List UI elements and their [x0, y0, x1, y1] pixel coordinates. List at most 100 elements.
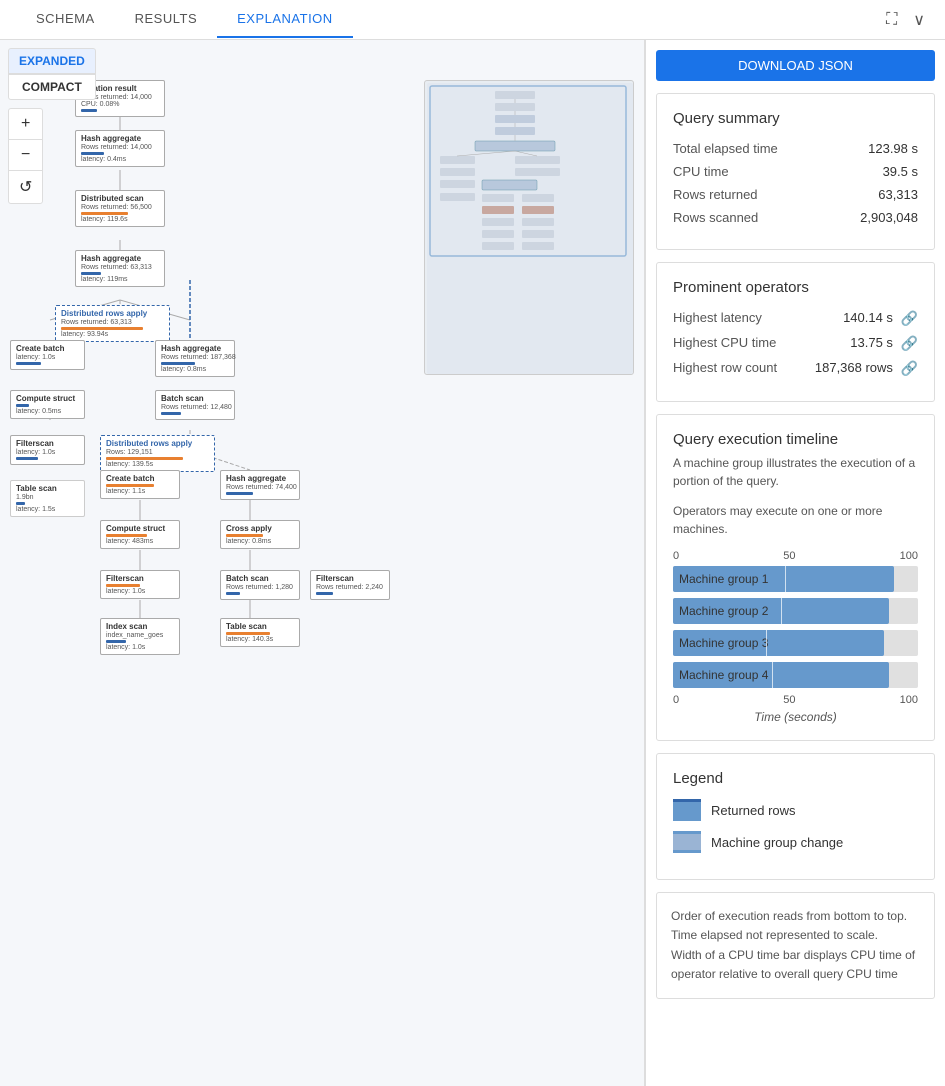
tab-results[interactable]: RESULTS [115, 1, 218, 38]
axis-label-0: 0 [673, 550, 679, 562]
stat-row-elapsed: Total elapsed time 123.98 s [673, 141, 918, 156]
stat-label-elapsed: Total elapsed time [673, 141, 778, 156]
node-batch-scan-2: Batch scan Rows returned: 1,280 [220, 570, 300, 600]
bar-row-4: Machine group 4 [673, 662, 918, 688]
node-hash-aggregate-4: Hash aggregate Rows returned: 74,400 [220, 470, 300, 500]
stat-value-highest-row-count: 187,368 rows 🔗 [815, 360, 918, 377]
axis-top-labels: 0 50 100 [673, 550, 918, 562]
stat-row-cpu: CPU time 39.5 s [673, 164, 918, 179]
legend-machine-label: Machine group change [711, 835, 843, 850]
legend-card: Legend Returned rows Machine group chang… [656, 753, 935, 880]
bottom-axis-100: 100 [900, 694, 918, 706]
zoom-out-button[interactable]: − [9, 140, 42, 171]
zoom-in-button[interactable]: + [9, 109, 42, 140]
zoom-controls: + − ↺ [8, 108, 43, 204]
bar-container-2: Machine group 2 [673, 598, 918, 624]
bottom-axis-50: 50 [783, 694, 795, 706]
stat-row-rows-scanned: Rows scanned 2,903,048 [673, 210, 918, 225]
compact-button[interactable]: COMPACT [8, 74, 96, 100]
axis-label-50: 50 [783, 550, 795, 562]
stat-row-highest-latency: Highest latency 140.14 s 🔗 [673, 310, 918, 327]
tab-explanation[interactable]: EXPLANATION [217, 1, 353, 38]
bottom-axis-labels: 0 50 100 [673, 694, 918, 706]
top-nav-bar: SCHEMA RESULTS EXPLANATION ⛶ ∨ [0, 0, 945, 40]
bar-label-2: Machine group 2 [679, 604, 768, 618]
fullscreen-icon[interactable]: ⛶ [882, 7, 901, 33]
node-hash-aggregate-3: Hash aggregate Rows returned: 187,368 la… [155, 340, 235, 377]
stat-value-cpu: 39.5 s [883, 164, 918, 179]
view-buttons: EXPANDED COMPACT [8, 48, 96, 100]
legend-returned-label: Returned rows [711, 803, 796, 818]
stat-label-highest-cpu: Highest CPU time [673, 335, 776, 352]
node-filterscan-1: Filterscan latency: 1.0s [10, 435, 85, 465]
bar-container-3: Machine group 3 [673, 630, 918, 656]
node-filterscan-2: Filterscan latency: 1.0s [100, 570, 180, 599]
prominent-operators-title: Prominent operators [673, 279, 918, 296]
zoom-reset-button[interactable]: ↺ [9, 171, 42, 203]
stat-label-rows-scanned: Rows scanned [673, 210, 758, 225]
bar-row-1: Machine group 1 [673, 566, 918, 592]
expand-icon[interactable]: ∨ [909, 6, 929, 34]
notes-card: Order of execution reads from bottom to … [656, 892, 935, 999]
stat-row-highest-cpu: Highest CPU time 13.75 s 🔗 [673, 335, 918, 352]
node-filterscan-3: Filterscan Rows returned: 2,240 [310, 570, 390, 600]
link-icon-row-count[interactable]: 🔗 [901, 360, 918, 376]
legend-item-machine: Machine group change [673, 831, 918, 853]
node-distributed-rows-apply-2: Distributed rows apply Rows: 129,151 lat… [100, 435, 215, 472]
bar-container-4: Machine group 4 [673, 662, 918, 688]
stat-value-elapsed: 123.98 s [868, 141, 918, 156]
bar-row-2: Machine group 2 [673, 598, 918, 624]
bar-fill-4: Machine group 4 [673, 662, 889, 688]
bar-label-4: Machine group 4 [679, 668, 768, 682]
stat-label-cpu: CPU time [673, 164, 729, 179]
minimap-svg [425, 81, 633, 374]
bar-tick-1 [785, 566, 786, 592]
node-create-batch-1: Create batch latency: 1.0s [10, 340, 85, 370]
chart-area: 0 50 100 Machine group 1 [673, 550, 918, 724]
legend-machine-icon [673, 831, 701, 853]
node-batch-scan-1: Batch scan Rows returned: 12,480 [155, 390, 235, 420]
right-panel: DOWNLOAD JSON Query summary Total elapse… [645, 40, 945, 1086]
bar-label-1: Machine group 1 [679, 572, 768, 586]
download-json-button[interactable]: DOWNLOAD JSON [656, 50, 935, 81]
tabs-right-actions: ⛶ ∨ [882, 6, 929, 34]
main-layout: EXPANDED COMPACT + − ↺ [0, 40, 945, 1086]
node-table-scan-2: Table scan latency: 140.3s [220, 618, 300, 647]
stat-label-highest-latency: Highest latency [673, 310, 762, 327]
bar-tick-3 [766, 630, 767, 656]
node-distributed-rows-apply: Distributed rows apply Rows returned: 63… [55, 305, 170, 342]
bottom-axis-0: 0 [673, 694, 679, 706]
link-icon-latency[interactable]: 🔗 [901, 310, 918, 326]
x-axis-title: Time (seconds) [673, 710, 918, 724]
minimap [424, 80, 634, 375]
bar-row-3: Machine group 3 [673, 630, 918, 656]
bar-fill-3: Machine group 3 [673, 630, 884, 656]
prominent-operators-card: Prominent operators Highest latency 140.… [656, 262, 935, 402]
timeline-title: Query execution timeline [673, 431, 918, 448]
stat-row-highest-row-count: Highest row count 187,368 rows 🔗 [673, 360, 918, 377]
bar-fill-2: Machine group 2 [673, 598, 889, 624]
node-hash-aggregate-2: Hash aggregate Rows returned: 63,313 lat… [75, 250, 165, 287]
stat-label-highest-row-count: Highest row count [673, 360, 777, 377]
node-compute-struct-2: Compute struct latency: 483ms [100, 520, 180, 549]
tab-schema[interactable]: SCHEMA [16, 1, 115, 38]
tabs-container: SCHEMA RESULTS EXPLANATION [16, 1, 353, 38]
link-icon-cpu[interactable]: 🔗 [901, 335, 918, 351]
timeline-desc-2: Operators may execute on one or more mac… [673, 502, 918, 538]
notes-line-1: Order of execution reads from bottom to … [671, 907, 920, 926]
node-hash-aggregate-1: Hash aggregate Rows returned: 14,000 lat… [75, 130, 165, 167]
stat-row-rows-returned: Rows returned 63,313 [673, 187, 918, 202]
stat-value-highest-latency: 140.14 s 🔗 [843, 310, 918, 327]
notes-line-2: Time elapsed not represented to scale. [671, 926, 920, 945]
stat-value-rows-scanned: 2,903,048 [860, 210, 918, 225]
expanded-button[interactable]: EXPANDED [8, 48, 96, 74]
node-distributed-scan-1: Distributed scan Rows returned: 56,500 l… [75, 190, 165, 227]
node-compute-struct-1: Compute struct latency: 0.5ms [10, 390, 85, 419]
bar-label-3: Machine group 3 [679, 636, 768, 650]
legend-item-returned: Returned rows [673, 799, 918, 821]
query-summary-title: Query summary [673, 110, 918, 127]
query-summary-card: Query summary Total elapsed time 123.98 … [656, 93, 935, 250]
bar-container-1: Machine group 1 [673, 566, 918, 592]
legend-returned-icon [673, 799, 701, 821]
legend-title: Legend [673, 770, 918, 787]
